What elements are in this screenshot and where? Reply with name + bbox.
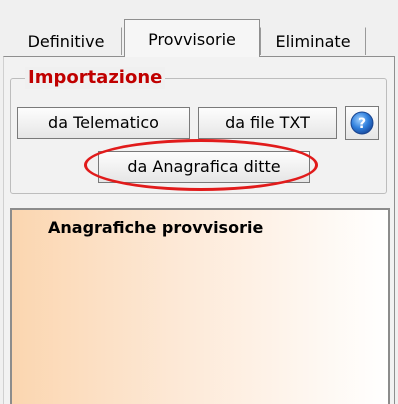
tab-provvisorie[interactable]: Provvisorie: [124, 19, 260, 57]
import-file-txt-button[interactable]: da file TXT: [198, 107, 337, 139]
help-button[interactable]: ?: [345, 106, 379, 140]
import-telematico-button[interactable]: da Telematico: [17, 107, 190, 139]
anagrafiche-provvisorie-list[interactable]: Anagrafiche provvisorie: [10, 208, 390, 404]
svg-text:?: ?: [358, 116, 366, 132]
tab-eliminate[interactable]: Eliminate: [260, 27, 366, 55]
import-anagrafica-ditte-button[interactable]: da Anagrafica ditte: [98, 151, 310, 183]
question-circle-icon: ?: [350, 111, 374, 135]
list-title: Anagrafiche provvisorie: [48, 218, 264, 237]
tab-definitive[interactable]: Definitive: [10, 27, 122, 55]
importazione-title: Importazione: [25, 67, 166, 89]
